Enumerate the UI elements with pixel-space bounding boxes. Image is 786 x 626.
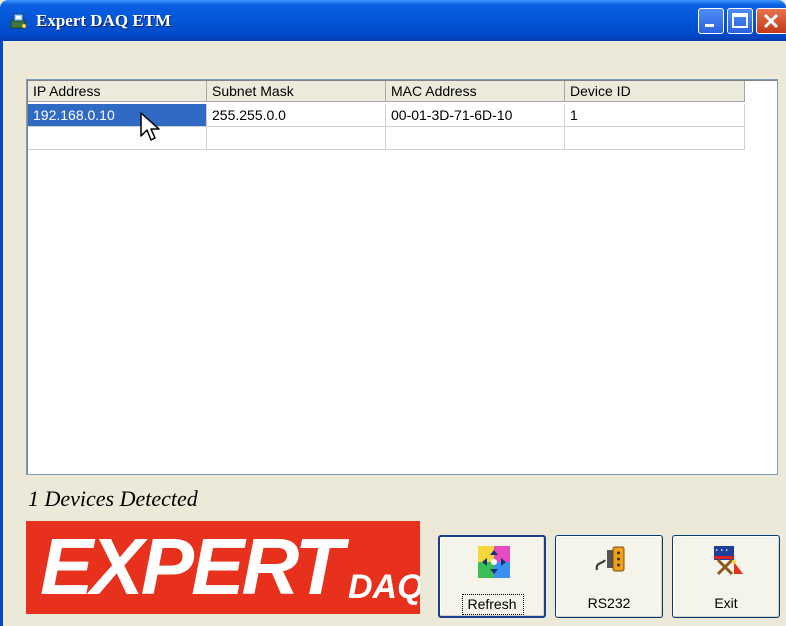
close-button[interactable] (756, 8, 786, 34)
cell-subnet[interactable]: 255.255.0.0 (207, 104, 386, 127)
column-header-ip[interactable]: IP Address (28, 81, 207, 102)
cell-empty[interactable] (386, 127, 565, 150)
cell-ip[interactable]: 192.168.0.10 (28, 104, 207, 127)
app-icon (10, 13, 26, 29)
devices-detected-status: 1 Devices Detected (28, 486, 198, 511)
minimize-button[interactable] (698, 8, 724, 34)
cell-device-id[interactable]: 1 (565, 104, 745, 127)
rs232-button[interactable]: RS232 (555, 535, 663, 618)
maximize-button[interactable] (727, 8, 753, 34)
table-row[interactable]: 192.168.0.10 255.255.0.0 00-01-3D-71-6D-… (28, 104, 745, 127)
logo-sub-text: DAQ (348, 568, 420, 606)
cell-empty[interactable] (28, 127, 207, 150)
cell-empty[interactable] (565, 127, 745, 150)
cell-empty[interactable] (207, 127, 386, 150)
refresh-label: Refresh (467, 596, 517, 612)
exit-label: Exit (714, 595, 738, 611)
refresh-button[interactable]: Refresh (438, 535, 546, 618)
window-title: Expert DAQ ETM (36, 11, 172, 30)
rs232-label: RS232 (587, 595, 631, 611)
maximize-icon (732, 13, 748, 28)
device-list[interactable]: IP Address Subnet Mask MAC Address Devic… (26, 79, 778, 475)
mouse-cursor-icon (140, 112, 160, 141)
list-header: IP Address Subnet Mask MAC Address Devic… (28, 81, 745, 102)
exit-button[interactable]: Exit (672, 535, 780, 618)
column-header-subnet[interactable]: Subnet Mask (207, 81, 386, 102)
column-header-device-id[interactable]: Device ID (565, 81, 745, 102)
table-row-empty[interactable] (28, 127, 745, 150)
refresh-puzzle-icon (478, 546, 510, 578)
exit-flag-icon (714, 546, 743, 576)
title-bar[interactable]: Expert DAQ ETM (0, 0, 786, 41)
logo-main-text: EXPERT (40, 522, 344, 611)
expert-daq-logo: EXPERT DAQ (26, 521, 420, 614)
minimize-icon (705, 24, 714, 27)
cell-mac[interactable]: 00-01-3D-71-6D-10 (386, 104, 565, 127)
column-header-mac[interactable]: MAC Address (386, 81, 565, 102)
close-icon (763, 13, 779, 29)
serial-cable-icon (595, 546, 625, 572)
